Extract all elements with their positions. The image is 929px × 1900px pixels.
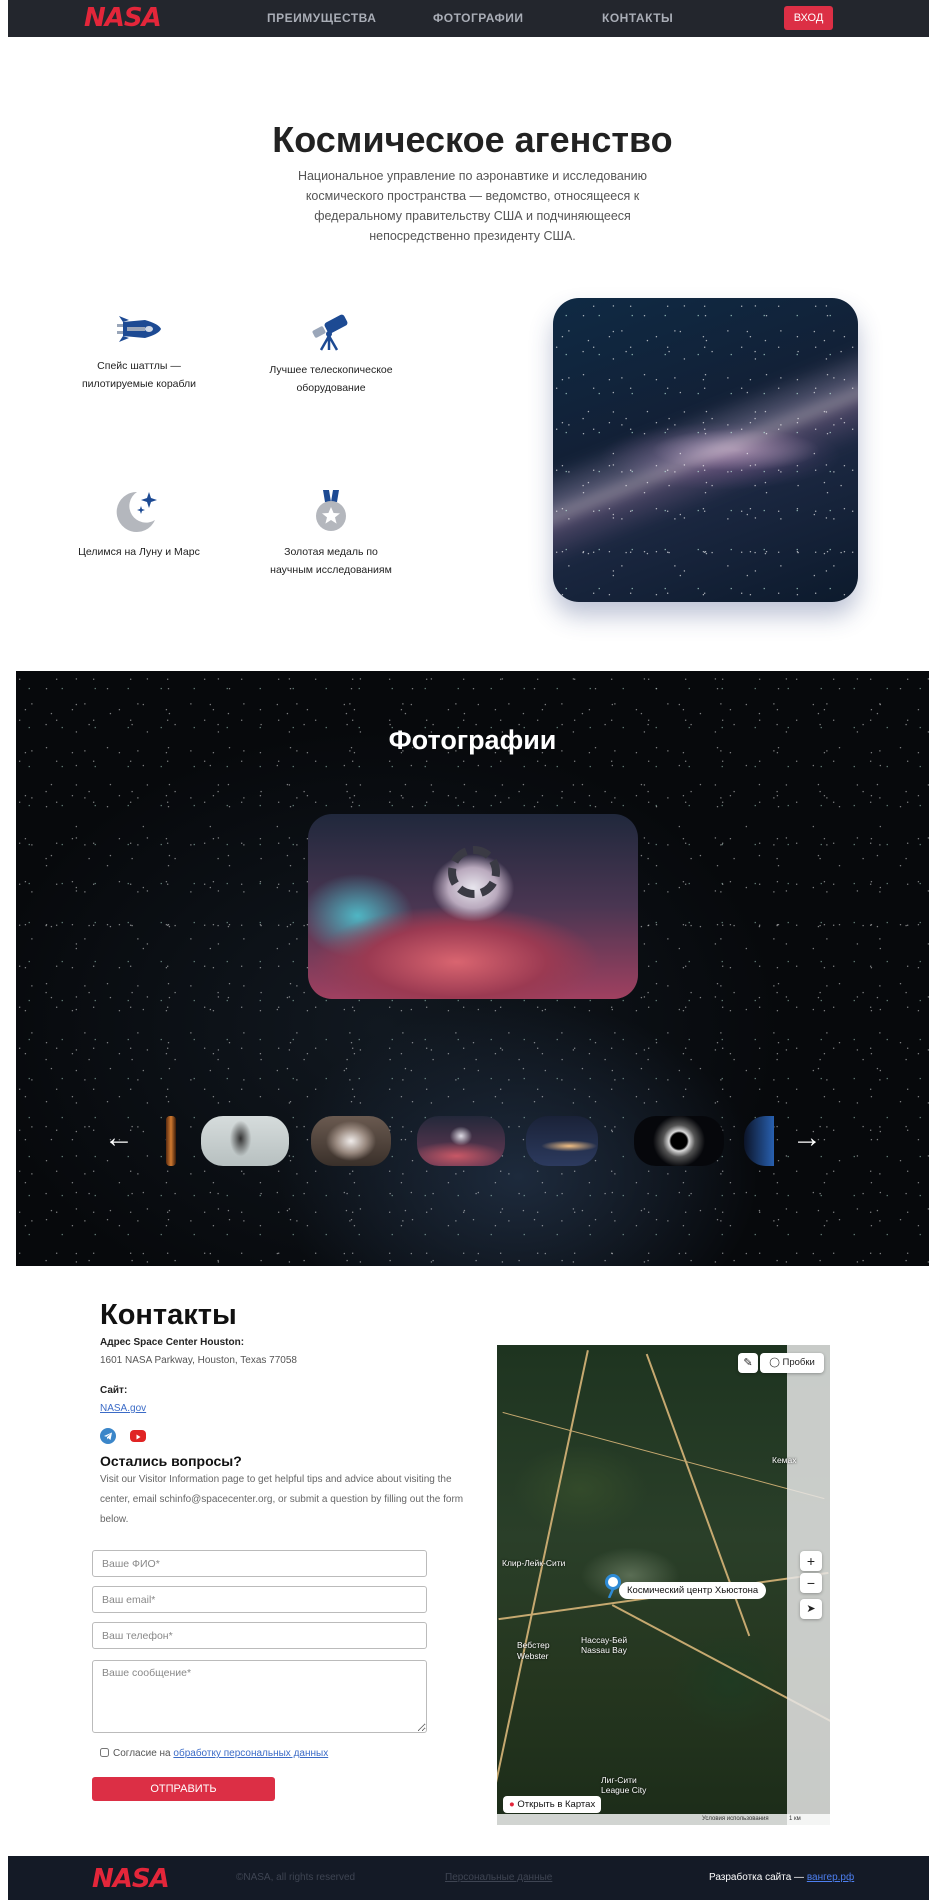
milky-way-image: [553, 298, 858, 602]
traffic-icon: ◯: [769, 1357, 780, 1368]
map-pin-icon: ●: [509, 1799, 515, 1810]
map-place: League City: [601, 1785, 647, 1795]
open-in-maps-button[interactable]: ● Открыть в Картах: [503, 1796, 602, 1813]
submit-button[interactable]: ОТПРАВИТЬ: [92, 1777, 275, 1801]
map-place: Лиг-Сити: [601, 1775, 637, 1785]
consent-link[interactable]: обработку персональных данных: [173, 1748, 328, 1759]
map-place: Нассау-Бей: [581, 1635, 628, 1645]
map-marker-label[interactable]: Космический центр Хьюстона: [619, 1582, 767, 1599]
thumb-photo[interactable]: [311, 1116, 391, 1166]
feature-label: Лучшее телескопическое оборудование: [269, 364, 393, 394]
login-button[interactable]: ВХОД: [784, 6, 833, 30]
zoom-out-button[interactable]: −: [800, 1573, 822, 1593]
feature-label: Спейс шаттлы — пилотируемые корабли: [81, 360, 197, 390]
nav-contacts[interactable]: КОНТАКТЫ: [602, 11, 673, 25]
moon-stars-icon: [116, 491, 157, 532]
map-widget[interactable]: ✎ ◯ Пробки Клир-Лейк-Сити Вебстер Webste…: [497, 1345, 830, 1825]
medal-icon: [316, 490, 346, 531]
open-in-maps-label: Открыть в Картах: [517, 1799, 596, 1810]
feature-label: Целимся на Луну и Марс: [78, 546, 200, 558]
map-place: Nassau Bay: [581, 1645, 627, 1655]
nasa-logo[interactable]: NASA: [84, 3, 162, 33]
map-place: Клир-Лейк-Сити: [502, 1558, 566, 1568]
site-footer: NASA ©NASA, all rights reserved Персонал…: [8, 1856, 929, 1900]
youtube-icon[interactable]: [130, 1430, 146, 1442]
consent-text: Согласие на: [113, 1748, 174, 1759]
footer-developer: Разработка сайта — вангер.рф: [709, 1872, 854, 1883]
thumb-photo[interactable]: [744, 1116, 774, 1166]
consent-checkbox[interactable]: [100, 1748, 109, 1757]
spaceship-shape: [448, 846, 500, 898]
consent-row: Согласие на обработку персональных данны…: [100, 1748, 328, 1759]
address-label: Адрес Space Center Houston:: [100, 1337, 245, 1348]
photos-title: Фотографии: [388, 725, 557, 755]
map-place: Webster: [517, 1651, 549, 1661]
map-scale: 1 км: [789, 1816, 801, 1822]
footer-dev-link[interactable]: вангер.рф: [807, 1872, 854, 1883]
site-link[interactable]: NASA.gov: [100, 1403, 146, 1414]
site-label: Сайт:: [100, 1385, 128, 1396]
geolocation-icon[interactable]: ➤: [800, 1599, 822, 1619]
questions-text: Visit our Visitor Information page to ge…: [100, 1474, 464, 1525]
feature-label: Золотая медаль по научным исследованиям: [270, 546, 392, 576]
feature-telescope: Лучшее телескопическое оборудование: [266, 310, 396, 397]
arrow-left-icon[interactable]: ←: [104, 1123, 134, 1153]
map-marker-icon[interactable]: [605, 1574, 621, 1598]
telegram-icon[interactable]: [100, 1428, 116, 1444]
footer-personal-data-link[interactable]: Персональные данные: [445, 1872, 552, 1883]
ruler-icon[interactable]: ✎: [738, 1353, 758, 1373]
phone-field[interactable]: [92, 1622, 427, 1649]
footer-logo[interactable]: NASA: [92, 1865, 170, 1893]
zoom-in-button[interactable]: +: [800, 1551, 822, 1571]
feature-moon-mars: Целимся на Луну и Марс: [74, 488, 204, 562]
map-place: Кемах: [772, 1455, 797, 1465]
page-title: Космическое агенство: [272, 119, 673, 160]
traffic-button[interactable]: ◯ Пробки: [760, 1353, 824, 1373]
telescope-icon: [312, 314, 348, 351]
photo-main-endurance: [308, 814, 638, 999]
map-terms-link[interactable]: Условия использования: [702, 1814, 769, 1825]
page-subtitle: Национальное управление по аэронавтике и…: [297, 169, 648, 243]
feature-shuttles: Спейс шаттлы — пилотируемые корабли: [74, 310, 204, 393]
address-text: 1601 NASA Parkway, Houston, Texas 77058: [100, 1355, 297, 1366]
footer-copyright: ©NASA, all rights reserved: [236, 1872, 356, 1883]
nav-advantages[interactable]: ПРЕИМУЩЕСТВА: [267, 11, 376, 25]
contacts-title: Контакты: [100, 1299, 237, 1331]
map-place: Вебстер: [517, 1640, 550, 1650]
arrow-right-icon[interactable]: →: [792, 1123, 822, 1153]
message-field[interactable]: [92, 1660, 427, 1733]
thumb-photo[interactable]: [166, 1116, 176, 1166]
nav-photos[interactable]: ФОТОГРАФИИ: [433, 11, 524, 25]
site-header: NASA ПРЕИМУЩЕСТВА ФОТОГРАФИИ КОНТАКТЫ ВХ…: [8, 0, 929, 37]
thumb-photo[interactable]: [201, 1116, 289, 1166]
thumb-photo[interactable]: [634, 1116, 724, 1166]
thumb-photo[interactable]: [526, 1116, 598, 1166]
questions-title: Остались вопросы?: [100, 1453, 242, 1469]
thumb-photo[interactable]: [417, 1116, 505, 1166]
map-terms: Условия использования 1 км: [497, 1814, 830, 1825]
email-field[interactable]: [92, 1586, 427, 1613]
feature-medal: Золотая медаль по научным исследованиям: [266, 488, 396, 579]
photos-section: Фотографии ← →: [16, 671, 929, 1266]
space-shuttle-icon: [117, 316, 161, 342]
name-field[interactable]: [92, 1550, 427, 1577]
traffic-label: Пробки: [782, 1357, 815, 1368]
footer-dev-text: Разработка сайта —: [709, 1872, 807, 1883]
